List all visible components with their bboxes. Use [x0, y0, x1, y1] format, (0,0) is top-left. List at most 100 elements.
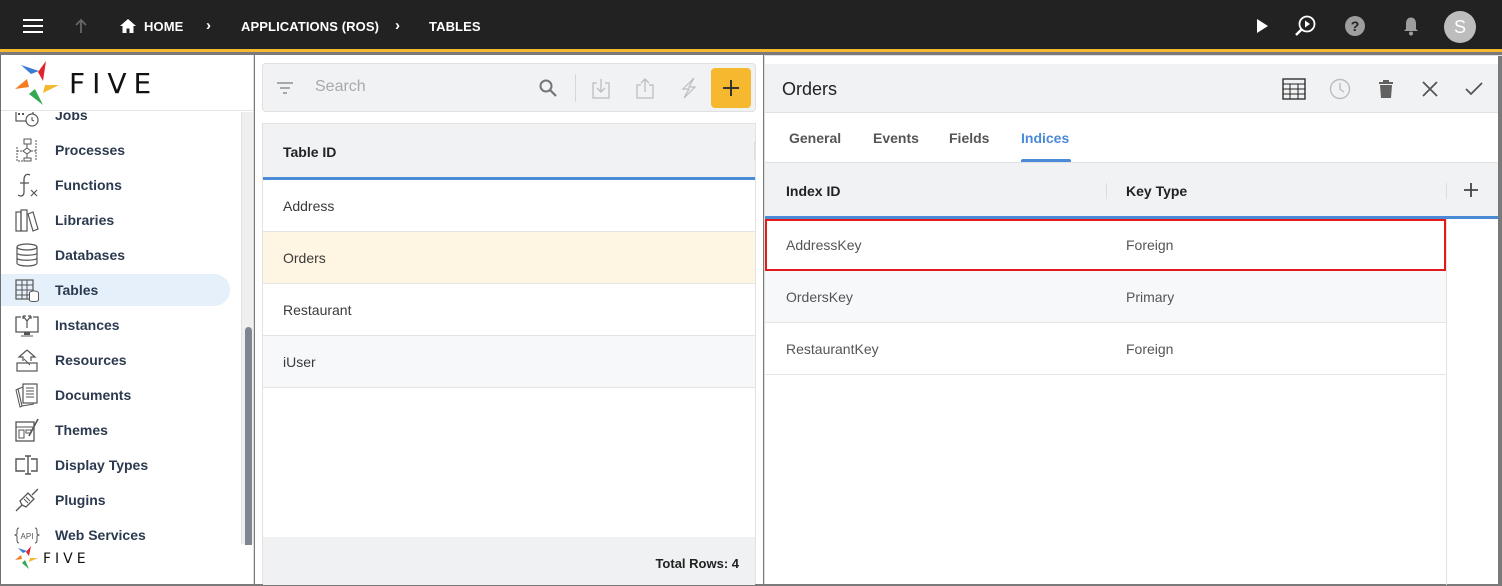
breadcrumb-tables[interactable]: TABLES [429, 19, 481, 34]
libraries-icon [14, 207, 40, 233]
search-icon[interactable] [536, 76, 560, 100]
five-logo-small-icon: FIVE [15, 546, 90, 569]
lightning-icon[interactable] [677, 76, 701, 100]
processes-icon [14, 137, 40, 163]
delete-icon[interactable] [1373, 76, 1399, 102]
sidebar-item-label: Tables [55, 282, 99, 298]
active-tab-indicator [1021, 159, 1071, 162]
tab-indices[interactable]: Indices [1021, 130, 1069, 146]
table-id-cell: iUser [283, 353, 316, 370]
help-icon[interactable]: ? [1343, 14, 1367, 38]
avatar[interactable]: S [1444, 11, 1476, 43]
column-resize-handle[interactable] [754, 142, 755, 160]
save-check-icon[interactable] [1461, 76, 1487, 102]
svg-text:FIVE: FIVE [69, 67, 158, 100]
sidebar-item-label: Resources [55, 352, 127, 368]
column-header-index-id[interactable]: Index ID [786, 183, 840, 199]
sidebar-item-resources[interactable]: Resources [1, 344, 230, 376]
index-row-highlighted[interactable]: AddressKey Foreign [765, 219, 1446, 271]
play-icon[interactable] [1250, 14, 1274, 38]
table-row[interactable]: Address [263, 180, 755, 232]
breadcrumb-home[interactable]: HOME [144, 19, 183, 34]
sidebar-item-web-services[interactable]: API Web Services [1, 519, 230, 544]
close-icon[interactable] [1417, 76, 1443, 102]
grid-divider [1446, 219, 1447, 585]
column-resize-handle[interactable] [1106, 183, 1107, 199]
table-row[interactable]: iUser [263, 336, 755, 388]
sidebar-item-label: Databases [55, 247, 126, 263]
home-icon[interactable] [116, 14, 140, 38]
tab-events[interactable]: Events [873, 130, 919, 146]
search-input[interactable] [315, 78, 515, 96]
column-header-table-id[interactable]: Table ID [283, 144, 336, 160]
svg-text:API: API [21, 532, 34, 541]
column-resize-handle[interactable] [1446, 183, 1447, 199]
sidebar-item-instances[interactable]: Instances [1, 309, 230, 341]
table-id-cell: Restaurant [283, 301, 352, 318]
key-type-cell: Primary [1126, 289, 1175, 305]
list-footer: Total Rows: 4 [263, 537, 755, 585]
index-row[interactable]: OrdersKey Primary [765, 271, 1446, 323]
column-header-key-type[interactable]: Key Type [1126, 183, 1187, 199]
tables-icon [14, 277, 40, 303]
sidebar-item-processes[interactable]: Processes [1, 134, 230, 166]
instances-icon [14, 312, 40, 338]
plus-icon [723, 80, 739, 96]
tab-fields[interactable]: Fields [949, 130, 989, 146]
sidebar-item-tables[interactable]: Tables [1, 274, 230, 306]
index-id-cell: RestaurantKey [786, 341, 879, 357]
breadcrumb-applications[interactable]: APPLICATIONS (ROS) [241, 19, 379, 34]
sidebar-item-functions[interactable]: Functions [1, 169, 230, 201]
index-id-cell: AddressKey [786, 237, 862, 253]
menu-icon[interactable] [21, 14, 45, 38]
record-form-panel: Orders General Events Fields Indices Ind… [764, 55, 1502, 585]
bell-icon[interactable] [1399, 14, 1423, 38]
resources-icon [14, 347, 40, 373]
chevron-right-icon: › [206, 17, 211, 34]
sidebar-item-themes[interactable]: Themes [1, 414, 230, 446]
footer-logo: FIVE [1, 545, 253, 584]
grid-header: Index ID Key Type [765, 163, 1498, 219]
sidebar-item-label: Documents [55, 387, 132, 403]
jobs-icon [14, 112, 40, 128]
toolbar-divider [575, 74, 576, 102]
table-row[interactable]: Restaurant [263, 284, 755, 336]
sidebar-item-plugins[interactable]: Plugins [1, 484, 230, 516]
sidebar-item-documents[interactable]: Documents [1, 379, 230, 411]
sidebar-item-display-types[interactable]: Display Types [1, 449, 230, 481]
sidebar-item-jobs[interactable]: Jobs [1, 112, 230, 131]
tab-general[interactable]: General [789, 130, 841, 146]
add-row-button[interactable] [1462, 181, 1480, 199]
index-id-cell: OrdersKey [786, 289, 853, 305]
search-play-icon[interactable] [1293, 14, 1317, 38]
five-logo-icon: FIVE [15, 61, 158, 105]
key-type-cell: Foreign [1126, 341, 1174, 357]
filter-icon[interactable] [273, 76, 297, 100]
up-arrow-icon[interactable] [69, 14, 93, 38]
search-toolbar [262, 63, 756, 112]
export-icon[interactable] [633, 76, 657, 100]
functions-icon [14, 172, 40, 198]
total-rows: Total Rows: 4 [655, 556, 739, 571]
table-list-panel: Table ID Address Orders Restaurant iUser… [255, 55, 763, 585]
sidebar-item-label: Instances [55, 317, 120, 333]
sidebar-item-label: Jobs [55, 112, 88, 123]
import-icon[interactable] [589, 76, 613, 100]
table-row-selected[interactable]: Orders [263, 232, 755, 284]
sidebar-item-label: Libraries [55, 212, 115, 228]
sidebar-scrollbar-thumb[interactable] [245, 327, 252, 553]
svg-text:?: ? [1351, 18, 1360, 34]
sidebar-item-databases[interactable]: Databases [1, 239, 230, 271]
index-row[interactable]: RestaurantKey Foreign [765, 323, 1446, 375]
svg-text:FIVE: FIVE [43, 551, 90, 567]
chevron-right-icon: › [395, 17, 400, 34]
history-icon[interactable] [1327, 76, 1353, 102]
form-title: Orders [782, 79, 838, 99]
sidebar-item-libraries[interactable]: Libraries [1, 204, 230, 236]
window-edge [1498, 56, 1502, 585]
add-button[interactable] [711, 68, 751, 108]
grid-view-icon[interactable] [1281, 76, 1307, 102]
sidebar-scrollbar[interactable] [241, 112, 253, 553]
table-id-cell: Address [283, 197, 335, 214]
logo: FIVE [1, 55, 253, 111]
